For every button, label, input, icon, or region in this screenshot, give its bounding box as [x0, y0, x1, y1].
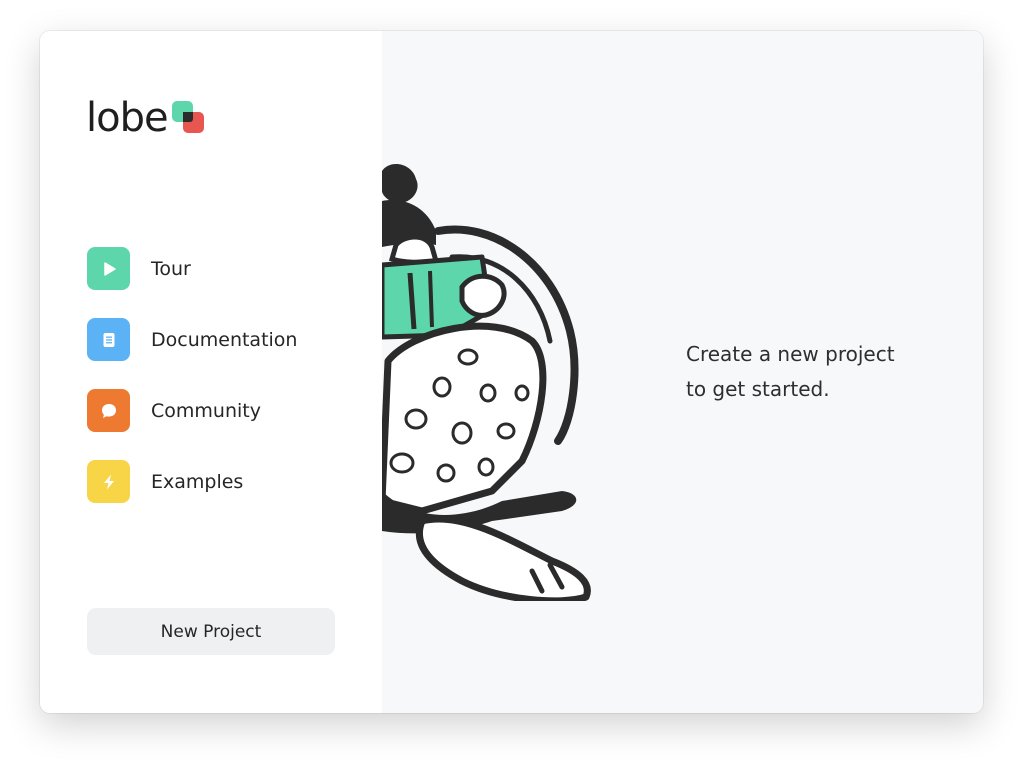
sidebar-item-documentation[interactable]: Documentation: [87, 318, 297, 361]
chat-bubble-icon: [87, 389, 130, 432]
lightning-icon: [87, 460, 130, 503]
sidebar-item-label: Community: [151, 399, 261, 422]
empty-state-message: Create a new project to get started.: [686, 337, 946, 407]
app-window: lobe Tour Documentation Community Exampl…: [40, 31, 983, 713]
sidebar-item-label: Documentation: [151, 328, 298, 351]
reading-person-illustration: [382, 164, 591, 601]
empty-state-line-1: Create a new project: [686, 342, 895, 366]
play-icon: [87, 247, 130, 290]
empty-state-line-2: to get started.: [686, 377, 830, 401]
sidebar-item-tour[interactable]: Tour: [87, 247, 297, 290]
sidebar: lobe Tour Documentation Community Exampl…: [40, 31, 382, 713]
logo-text: lobe: [86, 95, 169, 141]
new-project-button[interactable]: New Project: [87, 608, 335, 655]
sidebar-nav: Tour Documentation Community Examples: [87, 247, 297, 531]
app-logo: lobe: [86, 93, 208, 143]
logo-mark-icon: [171, 101, 208, 137]
document-icon: [87, 318, 130, 361]
sidebar-item-examples[interactable]: Examples: [87, 460, 297, 503]
sidebar-item-label: Tour: [151, 257, 191, 280]
sidebar-item-label: Examples: [151, 470, 244, 493]
main-panel: Create a new project to get started.: [382, 31, 983, 713]
sidebar-item-community[interactable]: Community: [87, 389, 297, 432]
